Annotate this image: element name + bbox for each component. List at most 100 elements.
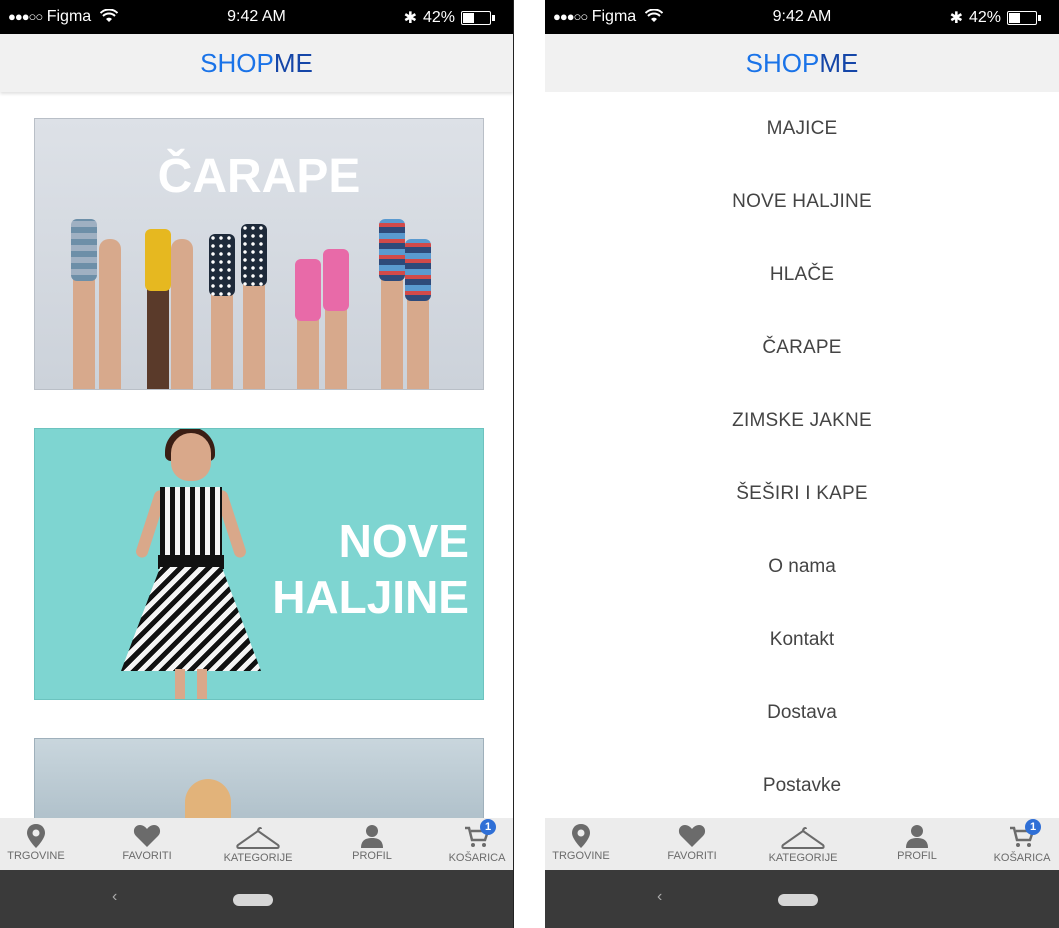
leg <box>209 234 235 389</box>
tab-favoriti[interactable]: FAVORITI <box>647 818 737 870</box>
bottom-tab-bar: TRGOVINE FAVORITI KATEGORIJE PROFIL 1 KO… <box>545 818 1059 870</box>
tab-label: PROFIL <box>352 850 392 862</box>
battery-percent: 42% <box>422 9 455 26</box>
status-bar: ●●●○○ Figma 9:42 AM ✱ 42% <box>545 0 1059 34</box>
menu-item-kontakt[interactable]: Kontakt <box>545 603 1059 676</box>
brand-shop: SHOP <box>745 48 820 78</box>
hanger-icon <box>781 826 825 849</box>
sock <box>323 249 349 311</box>
tab-kosarica[interactable]: 1 KOŠARICA <box>985 818 1059 870</box>
cart-badge: 1 <box>480 819 496 835</box>
leg <box>323 249 349 389</box>
sock <box>209 234 235 296</box>
banner-socks-title: ČARAPE <box>157 150 361 203</box>
map-pin-icon <box>572 824 590 848</box>
tab-label: KOŠARICA <box>448 852 506 864</box>
tab-label: TRGOVINE <box>552 850 610 862</box>
tab-label: PROFIL <box>897 850 937 862</box>
leg <box>379 219 405 389</box>
woman-leg <box>175 669 185 699</box>
back-icon[interactable]: ‹ <box>657 888 662 906</box>
menu-item-o-nama[interactable]: O nama <box>545 530 1059 603</box>
back-icon[interactable]: ‹ <box>112 888 117 906</box>
hanger-icon <box>236 826 280 849</box>
tab-label: TRGOVINE <box>7 850 65 862</box>
brand-me: ME <box>273 48 313 78</box>
tab-label: FAVORITI <box>667 850 717 862</box>
menu-item-carape[interactable]: ČARAPE <box>545 311 1059 384</box>
battery-icon <box>1007 11 1041 25</box>
dress-top <box>160 487 222 557</box>
sock <box>71 219 97 281</box>
heart-icon <box>678 825 706 847</box>
tab-trgovine[interactable]: TRGOVINE <box>0 818 72 870</box>
bottom-tab-bar: TRGOVINE FAVORITI KATEGORIJE PROFIL 1 KO… <box>0 818 513 870</box>
menu-item-sesiri-i-kape[interactable]: ŠEŠIRI I KAPE <box>545 457 1059 530</box>
sock <box>145 229 171 291</box>
leg <box>99 239 121 389</box>
banner-socks[interactable]: ČARAPE <box>34 118 484 390</box>
banner-partial[interactable] <box>34 738 484 828</box>
tab-label: KOŠARICA <box>993 852 1051 864</box>
menu-item-hlace[interactable]: HLAČE <box>545 238 1059 311</box>
user-icon <box>906 825 928 848</box>
tab-kategorije[interactable]: KATEGORIJE <box>755 818 851 870</box>
menu-item-majice[interactable]: MAJICE <box>545 92 1059 165</box>
woman-head <box>171 433 211 481</box>
dress-skirt <box>121 567 261 671</box>
map-pin-icon <box>27 824 45 848</box>
tab-profil[interactable]: PROFIL <box>336 818 408 870</box>
menu-item-zimske-jakne[interactable]: ZIMSKE JAKNE <box>545 384 1059 457</box>
banner-title-line: NOVE <box>338 515 469 567</box>
menu-item-dostava[interactable]: Dostava <box>545 676 1059 749</box>
battery-icon <box>461 11 495 25</box>
banner-new-dresses-title: NOVE HALJINE <box>272 513 469 625</box>
status-right: ✱ 42% <box>949 8 1041 28</box>
leg <box>295 259 321 389</box>
menu-item-nove-haljine[interactable]: NOVE HALJINE <box>545 165 1059 238</box>
dress-belt <box>158 555 224 569</box>
battery-fill <box>463 13 474 23</box>
banner-title-line: HALJINE <box>272 571 469 623</box>
menu-item-postavke[interactable]: Postavke <box>545 749 1059 822</box>
system-nav-bar: ‹ <box>0 870 513 928</box>
brand-shop: SHOP <box>200 48 274 78</box>
status-bar: ●●●○○ Figma 9:42 AM ✱ 42% <box>0 0 513 34</box>
side-menu: MAJICE NOVE HALJINE HLAČE ČARAPE ZIMSKE … <box>545 92 1059 822</box>
bluetooth-icon: ✱ <box>403 10 417 27</box>
woman-leg <box>197 669 207 699</box>
tab-kosarica[interactable]: 1 KOŠARICA <box>440 818 513 870</box>
tab-label: FAVORITI <box>122 850 172 862</box>
sock <box>379 219 405 281</box>
tab-label: KATEGORIJE <box>223 852 293 864</box>
sock <box>295 259 321 321</box>
cart-badge: 1 <box>1025 819 1041 835</box>
tab-profil[interactable]: PROFIL <box>881 818 953 870</box>
sock <box>241 224 267 286</box>
sock <box>405 239 431 301</box>
app-header: SHOPME <box>0 34 513 92</box>
user-icon <box>361 825 383 848</box>
phone-screen-menu: ●●●○○ Figma 9:42 AM ✱ 42% SHOPME MAJICE … <box>545 0 1059 928</box>
tab-trgovine[interactable]: TRGOVINE <box>545 818 617 870</box>
leg <box>171 239 193 389</box>
leg <box>145 229 171 389</box>
bluetooth-icon: ✱ <box>949 10 963 27</box>
leg <box>241 224 267 389</box>
phone-screen-home: ●●●○○ Figma 9:42 AM ✱ 42% SHOPME ČARAPE <box>0 0 514 928</box>
banner-new-dresses[interactable]: NOVE HALJINE <box>34 428 484 700</box>
heart-icon <box>133 825 161 847</box>
home-pill-button[interactable] <box>778 894 818 906</box>
battery-fill <box>1009 13 1020 23</box>
home-pill-button[interactable] <box>233 894 273 906</box>
battery-percent: 42% <box>968 9 1001 26</box>
app-header: SHOPME <box>545 34 1059 92</box>
tab-kategorije[interactable]: KATEGORIJE <box>210 818 306 870</box>
tab-label: KATEGORIJE <box>768 852 838 864</box>
system-nav-bar: ‹ <box>545 870 1059 928</box>
tab-favoriti[interactable]: FAVORITI <box>102 818 192 870</box>
leg <box>405 239 431 389</box>
leg <box>71 219 97 389</box>
status-right: ✱ 42% <box>403 8 495 28</box>
brand-me: ME <box>819 48 859 78</box>
